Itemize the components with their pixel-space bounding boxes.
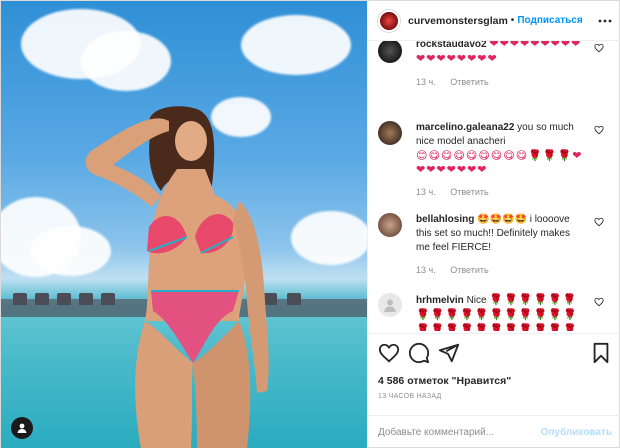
comment-emoji: 😊😋😋😋😋😋😋😋😋🌹🌹🌹❤❤❤❤❤❤❤❤: [416, 150, 583, 176]
list-item: hrhmelvin Nice 🌹🌹🌹🌹🌹🌹🌹🌹🌹🌹🌹🌹🌹🌹🌹🌹🌹🌹🌹🌹🌹🌹🌹🌹🌹…: [378, 293, 610, 331]
author-username[interactable]: curvemonstersglam: [408, 15, 508, 27]
avatar[interactable]: [378, 293, 402, 317]
avatar[interactable]: [378, 41, 402, 63]
publish-button[interactable]: Опубликовать: [541, 427, 612, 438]
comment-username[interactable]: marcelino.galeana22: [416, 122, 514, 133]
heart-icon[interactable]: [594, 43, 604, 53]
heart-icon[interactable]: [378, 342, 400, 364]
post-timestamp[interactable]: 13 ЧАСОВ НАЗАД: [378, 393, 442, 400]
separator-dot: •: [510, 15, 515, 26]
avatar[interactable]: [378, 121, 402, 145]
comment-time: 13 ч.: [416, 187, 436, 197]
list-item: bellahlosing 🤩🤩🤩🤩 i loooove this set so …: [378, 213, 610, 285]
comment-body: rockstaudavo2 ❤❤❤❤❤❤❤❤❤❤❤❤❤❤❤❤❤ 13 ч. От…: [416, 41, 584, 89]
reply-button[interactable]: Ответить: [450, 77, 488, 87]
comment-body: hrhmelvin Nice 🌹🌹🌹🌹🌹🌹🌹🌹🌹🌹🌹🌹🌹🌹🌹🌹🌹🌹🌹🌹🌹🌹🌹🌹🌹…: [416, 293, 584, 331]
comment-body: marcelino.galeana22 you so much nice mod…: [416, 121, 584, 199]
comment-time: 13 ч.: [416, 265, 436, 275]
comment-composer: Опубликовать: [368, 415, 620, 448]
comment-icon[interactable]: [408, 342, 430, 364]
post-header: curvemonstersglam • Подписаться: [368, 1, 620, 41]
heart-icon[interactable]: [594, 217, 604, 227]
reply-button[interactable]: Ответить: [450, 187, 488, 197]
comment-time: 13 ч.: [416, 77, 436, 87]
list-item: marcelino.galeana22 you so much nice mod…: [378, 121, 610, 201]
heart-icon[interactable]: [594, 125, 604, 135]
default-avatar-icon: [384, 299, 396, 312]
like-count[interactable]: 4 586 отметок "Нравится": [378, 375, 511, 387]
list-item: rockstaudavo2 ❤❤❤❤❤❤❤❤❤❤❤❤❤❤❤❤❤ 13 ч. От…: [378, 41, 610, 97]
comment-text: Nice: [463, 295, 487, 306]
post-actions: [368, 333, 620, 373]
comment-meta: 13 ч. Ответить: [416, 263, 584, 277]
more-icon[interactable]: [598, 19, 612, 23]
comment-username[interactable]: bellahlosing: [416, 214, 474, 225]
post-side-panel: curvemonstersglam • Подписаться rockstau…: [367, 1, 620, 448]
comment-meta: 13 ч. Ответить: [416, 75, 584, 89]
follow-button[interactable]: Подписаться: [517, 15, 582, 26]
comment-username[interactable]: hrhmelvin: [416, 295, 464, 306]
model-figure: [85, 106, 269, 448]
comment-body: bellahlosing 🤩🤩🤩🤩 i loooove this set so …: [416, 213, 584, 277]
avatar[interactable]: [378, 9, 400, 32]
share-icon[interactable]: [438, 342, 460, 364]
reply-button[interactable]: Ответить: [450, 265, 488, 275]
post-photo[interactable]: [1, 1, 367, 448]
comment-meta: 13 ч. Ответить: [416, 185, 584, 199]
comment-username[interactable]: rockstaudavo2: [416, 41, 487, 50]
avatar[interactable]: [378, 213, 402, 237]
user-tag-button[interactable]: [11, 417, 33, 439]
instagram-post-window: curvemonstersglam • Подписаться rockstau…: [0, 0, 620, 448]
bookmark-icon[interactable]: [590, 342, 612, 364]
heart-icon[interactable]: [594, 297, 604, 307]
user-icon: [17, 423, 27, 433]
comment-input[interactable]: [378, 427, 541, 438]
comments-list[interactable]: rockstaudavo2 ❤❤❤❤❤❤❤❤❤❤❤❤❤❤❤❤❤ 13 ч. От…: [368, 41, 620, 331]
